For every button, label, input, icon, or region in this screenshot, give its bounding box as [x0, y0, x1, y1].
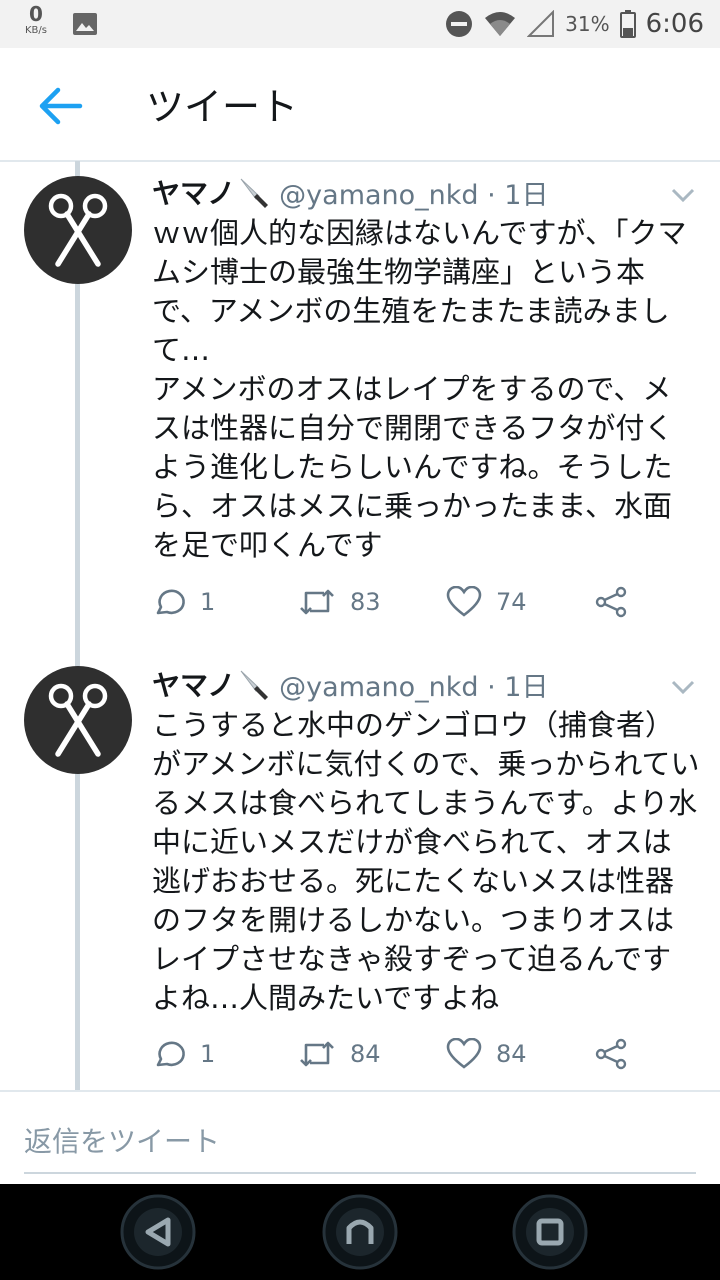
avatar[interactable]	[24, 176, 132, 284]
reply-button[interactable]: 1	[152, 1032, 215, 1076]
tweet-actions: 1 83 74	[152, 580, 652, 624]
home-icon	[322, 1194, 398, 1270]
retweet-button[interactable]: 83	[298, 580, 381, 624]
nav-home-button[interactable]	[320, 1192, 400, 1272]
reply-button[interactable]: 1	[152, 580, 215, 624]
system-nav-bar	[0, 1184, 720, 1280]
like-count: 74	[496, 588, 527, 616]
arrow-left-icon	[39, 87, 83, 125]
heart-icon	[446, 586, 482, 617]
reply-icon	[156, 1041, 185, 1067]
share-button[interactable]	[594, 1032, 628, 1076]
avatar[interactable]	[24, 666, 132, 774]
nav-back-button[interactable]	[118, 1192, 198, 1272]
chevron-down-icon[interactable]	[670, 678, 696, 696]
retweet-count: 84	[350, 1040, 381, 1068]
share-button[interactable]	[594, 580, 628, 624]
reply-icon	[156, 589, 185, 615]
battery-icon	[619, 10, 636, 38]
retweet-count: 83	[350, 588, 381, 616]
share-icon	[595, 1038, 627, 1070]
handle-and-time: @yamano_nkd · 1日	[279, 671, 549, 703]
display-name[interactable]: ヤマノ	[152, 664, 235, 704]
recents-square-icon	[512, 1194, 588, 1270]
back-triangle-icon	[120, 1194, 196, 1270]
cell-signal-icon	[527, 10, 555, 37]
back-button[interactable]	[36, 84, 84, 128]
reply-count: 1	[200, 588, 216, 616]
handle-and-time: @yamano_nkd · 1日	[279, 179, 549, 211]
tweet-actions: 1 84 84	[152, 1032, 652, 1076]
display-name[interactable]: ヤマノ	[152, 172, 235, 212]
network-speed: 0 KB/s	[18, 4, 54, 36]
tweet[interactable]: ヤマノ @yamano_nkd · 1日 こうすると水中のゲンゴロウ（捕食者）が…	[0, 652, 720, 1082]
clock: 6:06	[645, 9, 704, 39]
chevron-down-icon[interactable]	[670, 186, 696, 204]
tweet-text: こうすると水中のゲンゴロウ（捕食者）がアメンボに気付くので、乗っかられているメス…	[152, 708, 700, 1015]
retweet-icon	[300, 589, 334, 615]
reply-placeholder: 返信をツイート	[24, 1125, 221, 1158]
status-bar: 0 KB/s 31% 6:06	[0, 0, 720, 48]
knife-emoji-icon	[240, 670, 269, 700]
like-count: 84	[496, 1040, 527, 1068]
heart-icon	[446, 1038, 482, 1069]
reply-input[interactable]: 返信をツイート	[24, 1110, 696, 1174]
do-not-disturb-icon	[446, 11, 473, 37]
nav-recents-button[interactable]	[510, 1192, 590, 1272]
tweet-text: ｗｗ個人的な因縁はないんですが、「クマムシ博士の最強生物学講座」という本で、アメ…	[152, 216, 687, 562]
network-speed-unit: KB/s	[25, 25, 47, 36]
wifi-icon	[485, 12, 516, 36]
image-notification-icon	[73, 13, 97, 35]
scissors-icon	[48, 193, 108, 267]
app-header: ツイート	[0, 48, 720, 162]
network-speed-value: 0	[29, 2, 43, 26]
page-title: ツイート	[146, 85, 299, 129]
scissors-icon	[48, 683, 108, 757]
battery-percent: 31%	[565, 12, 610, 36]
share-icon	[595, 586, 627, 618]
tweet[interactable]: ヤマノ @yamano_nkd · 1日 ｗｗ個人的な因縁はないんですが、「クマ…	[0, 160, 720, 640]
retweet-button[interactable]: 84	[298, 1032, 381, 1076]
reply-count: 1	[200, 1040, 216, 1068]
knife-emoji-icon	[240, 178, 269, 208]
like-button[interactable]: 84	[446, 1032, 527, 1076]
retweet-icon	[300, 1041, 334, 1067]
like-button[interactable]: 74	[446, 580, 527, 624]
divider	[0, 1090, 720, 1092]
